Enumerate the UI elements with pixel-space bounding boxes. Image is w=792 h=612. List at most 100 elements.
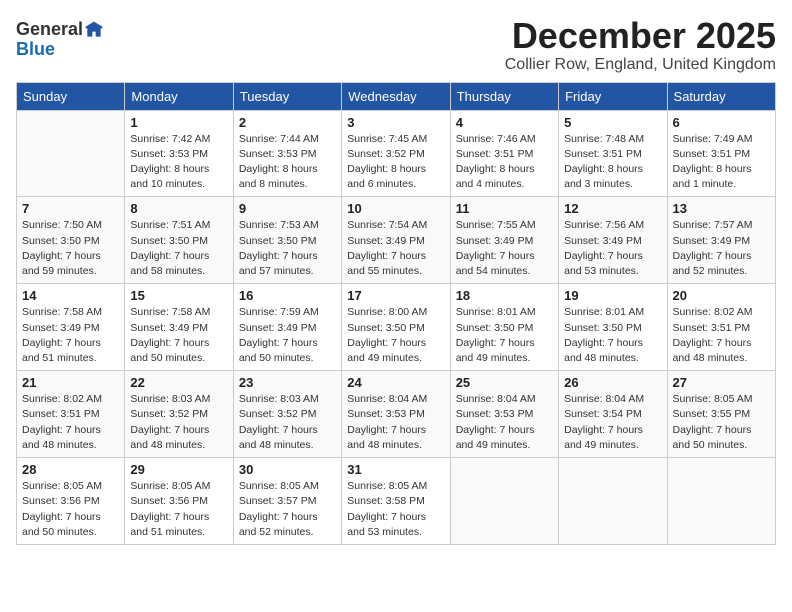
day-number: 26 — [564, 375, 661, 390]
cell-content: Sunrise: 8:02 AMSunset: 3:51 PMDaylight:… — [22, 392, 119, 453]
day-number: 17 — [347, 288, 444, 303]
cell-content: Sunrise: 7:45 AMSunset: 3:52 PMDaylight:… — [347, 132, 444, 193]
calendar-cell: 2 Sunrise: 7:44 AMSunset: 3:53 PMDaylight… — [233, 110, 341, 197]
day-number: 1 — [130, 115, 227, 130]
calendar-cell: 31 Sunrise: 8:05 AMSunset: 3:58 PMDayligh… — [342, 458, 450, 545]
calendar-cell — [450, 458, 558, 545]
day-header-monday: Monday — [125, 82, 233, 110]
calendar-cell: 13 Sunrise: 7:57 AMSunset: 3:49 PMDayligh… — [667, 197, 775, 284]
cell-content: Sunrise: 8:05 AMSunset: 3:58 PMDaylight:… — [347, 479, 444, 540]
page-header: General Blue December 2025 Collier Row, … — [16, 16, 776, 74]
day-number: 30 — [239, 462, 336, 477]
cell-content: Sunrise: 7:42 AMSunset: 3:53 PMDaylight:… — [130, 132, 227, 193]
week-row-4: 21 Sunrise: 8:02 AMSunset: 3:51 PMDayligh… — [17, 371, 776, 458]
calendar-cell: 7Sunrise: 7:50 AMSunset: 3:50 PMDaylight… — [17, 197, 125, 284]
day-header-saturday: Saturday — [667, 82, 775, 110]
cell-content: Sunrise: 8:04 AMSunset: 3:53 PMDaylight:… — [456, 392, 553, 453]
calendar-cell: 21 Sunrise: 8:02 AMSunset: 3:51 PMDayligh… — [17, 371, 125, 458]
calendar-cell: 19 Sunrise: 8:01 AMSunset: 3:50 PMDayligh… — [559, 284, 667, 371]
week-row-2: 7Sunrise: 7:50 AMSunset: 3:50 PMDaylight… — [17, 197, 776, 284]
calendar-cell: 28Sunrise: 8:05 AMSunset: 3:56 PMDayligh… — [17, 458, 125, 545]
calendar-cell — [17, 110, 125, 197]
calendar-cell: 8 Sunrise: 7:51 AMSunset: 3:50 PMDaylight… — [125, 197, 233, 284]
calendar-table: SundayMondayTuesdayWednesdayThursdayFrid… — [16, 82, 776, 545]
cell-content: Sunrise: 7:56 AMSunset: 3:49 PMDaylight:… — [564, 218, 661, 279]
day-number: 16 — [239, 288, 336, 303]
cell-content: Sunrise: 8:00 AMSunset: 3:50 PMDaylight:… — [347, 305, 444, 366]
day-number: 28 — [22, 462, 119, 477]
cell-content: Sunrise: 8:01 AMSunset: 3:50 PMDaylight:… — [456, 305, 553, 366]
day-number: 31 — [347, 462, 444, 477]
calendar-cell: 15 Sunrise: 7:58 AMSunset: 3:49 PMDayligh… — [125, 284, 233, 371]
day-number: 2 — [239, 115, 336, 130]
title-area: December 2025 Collier Row, England, Unit… — [505, 16, 776, 74]
cell-content: Sunrise: 7:51 AMSunset: 3:50 PMDaylight:… — [130, 218, 227, 279]
calendar-cell: 4Sunrise: 7:46 AMSunset: 3:51 PMDaylight… — [450, 110, 558, 197]
day-number: 23 — [239, 375, 336, 390]
day-number: 6 — [673, 115, 770, 130]
cell-content: Sunrise: 8:05 AMSunset: 3:56 PMDaylight:… — [130, 479, 227, 540]
calendar-cell: 17 Sunrise: 8:00 AMSunset: 3:50 PMDayligh… — [342, 284, 450, 371]
calendar-cell: 1 Sunrise: 7:42 AMSunset: 3:53 PMDaylight… — [125, 110, 233, 197]
cell-content: Sunrise: 7:44 AMSunset: 3:53 PMDaylight:… — [239, 132, 336, 193]
day-number: 15 — [130, 288, 227, 303]
calendar-cell: 16Sunrise: 7:59 AMSunset: 3:49 PMDayligh… — [233, 284, 341, 371]
cell-content: Sunrise: 7:58 AMSunset: 3:49 PMDaylight:… — [130, 305, 227, 366]
cell-content: Sunrise: 8:04 AMSunset: 3:53 PMDaylight:… — [347, 392, 444, 453]
cell-content: Sunrise: 8:02 AMSunset: 3:51 PMDaylight:… — [673, 305, 770, 366]
calendar-cell: 25 Sunrise: 8:04 AMSunset: 3:53 PMDayligh… — [450, 371, 558, 458]
cell-content: Sunrise: 8:01 AMSunset: 3:50 PMDaylight:… — [564, 305, 661, 366]
cell-content: Sunrise: 8:04 AMSunset: 3:54 PMDaylight:… — [564, 392, 661, 453]
day-number: 18 — [456, 288, 553, 303]
day-number: 8 — [130, 201, 227, 216]
cell-content: Sunrise: 8:03 AMSunset: 3:52 PMDaylight:… — [239, 392, 336, 453]
day-number: 25 — [456, 375, 553, 390]
calendar-cell: 3 Sunrise: 7:45 AMSunset: 3:52 PMDaylight… — [342, 110, 450, 197]
location: Collier Row, England, United Kingdom — [505, 56, 776, 74]
calendar-cell — [667, 458, 775, 545]
cell-content: Sunrise: 7:50 AMSunset: 3:50 PMDaylight:… — [22, 218, 119, 279]
cell-content: Sunrise: 7:55 AMSunset: 3:49 PMDaylight:… — [456, 218, 553, 279]
calendar-cell: 6 Sunrise: 7:49 AMSunset: 3:51 PMDaylight… — [667, 110, 775, 197]
cell-content: Sunrise: 8:05 AMSunset: 3:55 PMDaylight:… — [673, 392, 770, 453]
day-header-friday: Friday — [559, 82, 667, 110]
day-header-thursday: Thursday — [450, 82, 558, 110]
calendar-cell: 9 Sunrise: 7:53 AMSunset: 3:50 PMDaylight… — [233, 197, 341, 284]
calendar-cell: 20 Sunrise: 8:02 AMSunset: 3:51 PMDayligh… — [667, 284, 775, 371]
calendar-cell: 18 Sunrise: 8:01 AMSunset: 3:50 PMDayligh… — [450, 284, 558, 371]
calendar-cell: 12 Sunrise: 7:56 AMSunset: 3:49 PMDayligh… — [559, 197, 667, 284]
day-number: 4 — [456, 115, 553, 130]
calendar-cell: 27Sunrise: 8:05 AMSunset: 3:55 PMDayligh… — [667, 371, 775, 458]
day-number: 20 — [673, 288, 770, 303]
cell-content: Sunrise: 7:58 AMSunset: 3:49 PMDaylight:… — [22, 305, 119, 366]
calendar-cell: 10Sunrise: 7:54 AMSunset: 3:49 PMDayligh… — [342, 197, 450, 284]
calendar-cell: 5 Sunrise: 7:48 AMSunset: 3:51 PMDaylight… — [559, 110, 667, 197]
logo-icon — [84, 20, 104, 40]
day-number: 11 — [456, 201, 553, 216]
day-header-wednesday: Wednesday — [342, 82, 450, 110]
day-header-tuesday: Tuesday — [233, 82, 341, 110]
header-row: SundayMondayTuesdayWednesdayThursdayFrid… — [17, 82, 776, 110]
day-number: 13 — [673, 201, 770, 216]
cell-content: Sunrise: 8:03 AMSunset: 3:52 PMDaylight:… — [130, 392, 227, 453]
cell-content: Sunrise: 8:05 AMSunset: 3:57 PMDaylight:… — [239, 479, 336, 540]
cell-content: Sunrise: 7:54 AMSunset: 3:49 PMDaylight:… — [347, 218, 444, 279]
calendar-cell: 11 Sunrise: 7:55 AMSunset: 3:49 PMDayligh… — [450, 197, 558, 284]
month-title: December 2025 — [505, 16, 776, 56]
day-number: 9 — [239, 201, 336, 216]
day-number: 21 — [22, 375, 119, 390]
day-number: 12 — [564, 201, 661, 216]
day-number: 19 — [564, 288, 661, 303]
calendar-cell: 14 Sunrise: 7:58 AMSunset: 3:49 PMDayligh… — [17, 284, 125, 371]
cell-content: Sunrise: 7:57 AMSunset: 3:49 PMDaylight:… — [673, 218, 770, 279]
day-number: 14 — [22, 288, 119, 303]
logo-general: General — [16, 20, 83, 40]
logo: General Blue — [16, 20, 104, 60]
calendar-cell: 30 Sunrise: 8:05 AMSunset: 3:57 PMDayligh… — [233, 458, 341, 545]
day-number: 22 — [130, 375, 227, 390]
cell-content: Sunrise: 7:49 AMSunset: 3:51 PMDaylight:… — [673, 132, 770, 193]
cell-content: Sunrise: 7:53 AMSunset: 3:50 PMDaylight:… — [239, 218, 336, 279]
day-number: 3 — [347, 115, 444, 130]
day-number: 5 — [564, 115, 661, 130]
cell-content: Sunrise: 7:48 AMSunset: 3:51 PMDaylight:… — [564, 132, 661, 193]
